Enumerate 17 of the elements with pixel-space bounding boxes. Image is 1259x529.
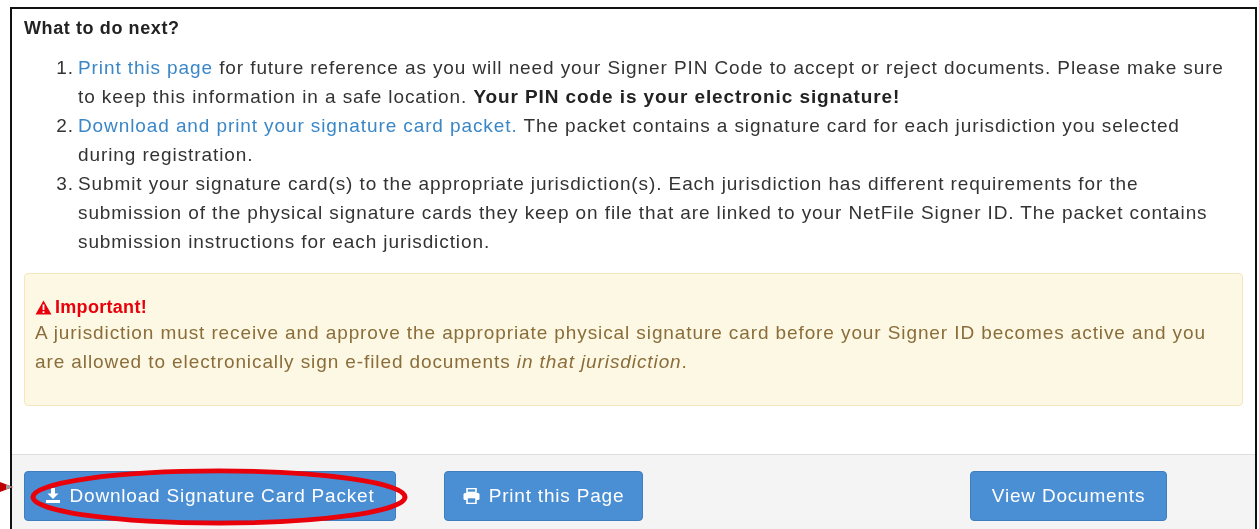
step-number: 2. (55, 114, 75, 138)
step-text: Download and print your signature card packet. The packet contains a signature card for each jurisdiction you selected during registration. (78, 114, 1181, 167)
warning-icon (35, 299, 52, 315)
action-button[interactable]: Print this Page (444, 471, 643, 521)
step-number: 1. (55, 56, 75, 80)
alert-title: Important! (55, 296, 147, 318)
step-number: 3. (55, 172, 75, 196)
step-text: Submit your signature card(s) to the appropriate jurisdiction(s). Each jurisdiction has different requirements for the submission of the physical signature cards they keep on file that are linked to your NetFile Signer ID. The packet contains submission instructions for each jurisdiction. (78, 172, 1209, 254)
text-link[interactable]: Download and print your signature card packet. (78, 115, 518, 136)
section-heading: What to do next? (24, 17, 181, 39)
action-button[interactable]: View Documents (970, 471, 1167, 521)
step-text: Print this page for future reference as you will need your Signer PIN Code to accept or reject documents. Please make sure to keep this information in a safe location. Your PIN code is your electronic signature! (78, 56, 1225, 109)
text-link[interactable]: Print this page (78, 57, 213, 78)
printer-icon (462, 488, 480, 504)
alert-text: A jurisdiction must receive and approve the appropriate physical signature card before your Signer ID becomes active and you are allowed to electronically sign e-filed documents in that jurisdiction. (35, 321, 1207, 374)
pointer-arrow-icon (0, 481, 14, 493)
download-icon (45, 488, 61, 504)
